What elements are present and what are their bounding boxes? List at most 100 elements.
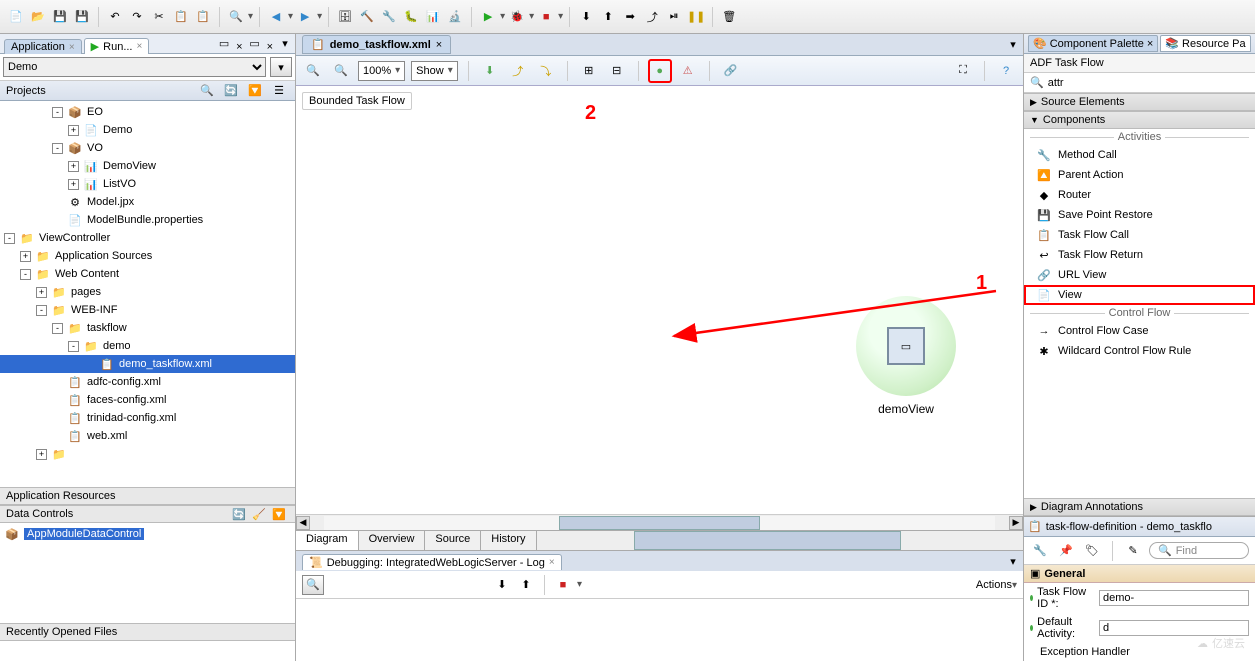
expand-toggle[interactable]: -	[52, 107, 63, 118]
trash-icon[interactable]: 🗑	[719, 7, 739, 27]
expand-toggle[interactable]: +	[20, 251, 31, 262]
zoom-in-icon[interactable]: 🔍	[302, 60, 324, 82]
btab-diagram[interactable]: Diagram	[296, 531, 359, 550]
pin-icon[interactable]: 📌	[1056, 541, 1076, 561]
expand-toggle[interactable]: -	[4, 233, 15, 244]
options-icon[interactable]: ☰	[269, 81, 289, 101]
expand-toggle[interactable]: +	[68, 161, 79, 172]
find-button[interactable]: 🔍	[302, 575, 324, 595]
run-icon[interactable]: ▶	[478, 7, 498, 27]
tab-resource-palette[interactable]: 📚Resource Pa	[1160, 35, 1250, 52]
tree-row[interactable]: +📊ListVO	[0, 175, 295, 193]
component-url-view[interactable]: 🔗URL View	[1024, 265, 1255, 285]
help-icon[interactable]: ?	[995, 60, 1017, 82]
tab-application[interactable]: Application×	[4, 39, 82, 54]
copy-icon[interactable]: 📋	[171, 7, 191, 27]
zoom-out-icon[interactable]: 🔍	[330, 60, 352, 82]
component-wildcard-control-flow-rule[interactable]: ✱Wildcard Control Flow Rule	[1024, 341, 1255, 361]
prop-find-input[interactable]: 🔍Find	[1149, 542, 1249, 559]
scroll-left-icon[interactable]: ◀	[296, 516, 310, 530]
tab-component-palette[interactable]: 🎨Component Palette×	[1028, 35, 1158, 52]
tree-row[interactable]: -📦VO	[0, 139, 295, 157]
btab-source[interactable]: Source	[425, 531, 481, 550]
stop-icon[interactable]: ■	[553, 575, 573, 595]
tree-row[interactable]: -📁ViewController	[0, 229, 295, 247]
tree-row[interactable]: +📁Application Sources	[0, 247, 295, 265]
prop-tool1-icon[interactable]: 🔧	[1030, 541, 1050, 561]
show-combo[interactable]: Show▾	[411, 61, 458, 81]
cut-icon[interactable]: ✂	[149, 7, 169, 27]
up-icon[interactable]: ⬆	[516, 575, 536, 595]
down-icon[interactable]: ⬇	[492, 575, 512, 595]
minimize-icon[interactable]: ▾	[275, 33, 295, 53]
tree-row[interactable]: 📋adfc-config.xml	[0, 373, 295, 391]
close-icon[interactable]: ×	[436, 39, 442, 51]
filter-icon[interactable]: 🔽	[269, 504, 289, 524]
canvas-hscroll[interactable]: ◀ ▶	[296, 514, 1023, 530]
panel-icon[interactable]: ▭	[214, 33, 234, 53]
panel2-icon[interactable]: ▭	[245, 33, 265, 53]
bookmark-icon[interactable]: 🏷	[1082, 541, 1102, 561]
dropdown-icon[interactable]: ▾	[1003, 35, 1023, 55]
actions-menu[interactable]: Actions▾	[976, 579, 1017, 591]
component-view[interactable]: 📄View	[1024, 285, 1255, 305]
close-icon[interactable]: ×	[236, 41, 242, 53]
palette-category[interactable]: ADF Task Flow	[1024, 54, 1255, 73]
arrow-back-icon[interactable]: ⤴	[507, 60, 529, 82]
debug-tab[interactable]: 📜Debugging: IntegratedWebLogicServer - L…	[302, 554, 562, 570]
layout1-icon[interactable]: ⊞	[578, 60, 600, 82]
accordion-diagram-annotations[interactable]: ▶Diagram Annotations	[1024, 498, 1255, 516]
component-router[interactable]: ◆Router	[1024, 185, 1255, 205]
link-icon[interactable]: 🔗	[720, 60, 742, 82]
save-icon[interactable]: 💾	[50, 7, 70, 27]
close-icon[interactable]: ×	[267, 41, 273, 53]
tree-row[interactable]: +📄Demo	[0, 121, 295, 139]
arrow-down-icon[interactable]: ⬇	[479, 60, 501, 82]
component-method-call[interactable]: 🔧Method Call	[1024, 145, 1255, 165]
tree-row[interactable]: 📋faces-config.xml	[0, 391, 295, 409]
paste-icon[interactable]: 📋	[193, 7, 213, 27]
save-all-icon[interactable]: 💾	[72, 7, 92, 27]
editor-tab[interactable]: 📋 demo_taskflow.xml ×	[302, 35, 451, 54]
prop-group-general[interactable]: ▣General	[1024, 565, 1255, 583]
project-tree[interactable]: -📦EO+📄Demo-📦VO+📊DemoView+📊ListVO⚙Model.j…	[0, 101, 295, 487]
debug-log-body[interactable]	[296, 599, 1023, 661]
undo-icon[interactable]: ↶	[105, 7, 125, 27]
data-control-item[interactable]: 📦AppModuleDataControl	[0, 525, 295, 543]
view-node[interactable]: ▭ demoView	[856, 296, 956, 416]
zoom-combo[interactable]: 100%▾	[358, 61, 405, 81]
tree-row[interactable]: +📊DemoView	[0, 157, 295, 175]
arrow-fwd-icon[interactable]: ⤵	[535, 60, 557, 82]
step2-icon[interactable]: ⬆	[598, 7, 618, 27]
step1-icon[interactable]: ⬇	[576, 7, 596, 27]
tree-row[interactable]: 📋demo_taskflow.xml	[0, 355, 295, 373]
tree-row[interactable]: -📁WEB-INF	[0, 301, 295, 319]
tool4-icon[interactable]: 🔬	[445, 7, 465, 27]
tree-row[interactable]: -📁taskflow	[0, 319, 295, 337]
tab-scroll-thumb[interactable]	[634, 531, 902, 550]
component-save-point-restore[interactable]: 💾Save Point Restore	[1024, 205, 1255, 225]
scroll-right-icon[interactable]: ▶	[1009, 516, 1023, 530]
component-task-flow-return[interactable]: ↩Task Flow Return	[1024, 245, 1255, 265]
tree-row[interactable]: 📄ModelBundle.properties	[0, 211, 295, 229]
expand-toggle[interactable]: -	[36, 305, 47, 316]
dropdown-icon[interactable]: ▾	[1003, 551, 1023, 571]
component-task-flow-call[interactable]: 📋Task Flow Call	[1024, 225, 1255, 245]
layout2-icon[interactable]: ⊟	[606, 60, 628, 82]
expand-toggle[interactable]: +	[36, 449, 47, 460]
tree-row[interactable]: 📋web.xml	[0, 427, 295, 445]
tree-row[interactable]: 📋trinidad-config.xml	[0, 409, 295, 427]
step3-icon[interactable]: ➡	[620, 7, 640, 27]
tree-row[interactable]: -📁Web Content	[0, 265, 295, 283]
expand-toggle[interactable]: +	[68, 125, 79, 136]
tree-row[interactable]: ⚙Model.jpx	[0, 193, 295, 211]
btab-overview[interactable]: Overview	[359, 531, 426, 550]
data-controls-header[interactable]: Data Controls 🔄🧹🔽	[0, 505, 295, 523]
stop-icon[interactable]: ■	[536, 7, 556, 27]
recent-files-header[interactable]: Recently Opened Files	[0, 623, 295, 641]
expand-toggle[interactable]: -	[68, 341, 79, 352]
new-icon[interactable]: 📄	[6, 7, 26, 27]
tree-row[interactable]: +📁pages	[0, 283, 295, 301]
debug-icon[interactable]: 🐞	[507, 7, 527, 27]
tool-icon[interactable]: 🔧	[379, 7, 399, 27]
